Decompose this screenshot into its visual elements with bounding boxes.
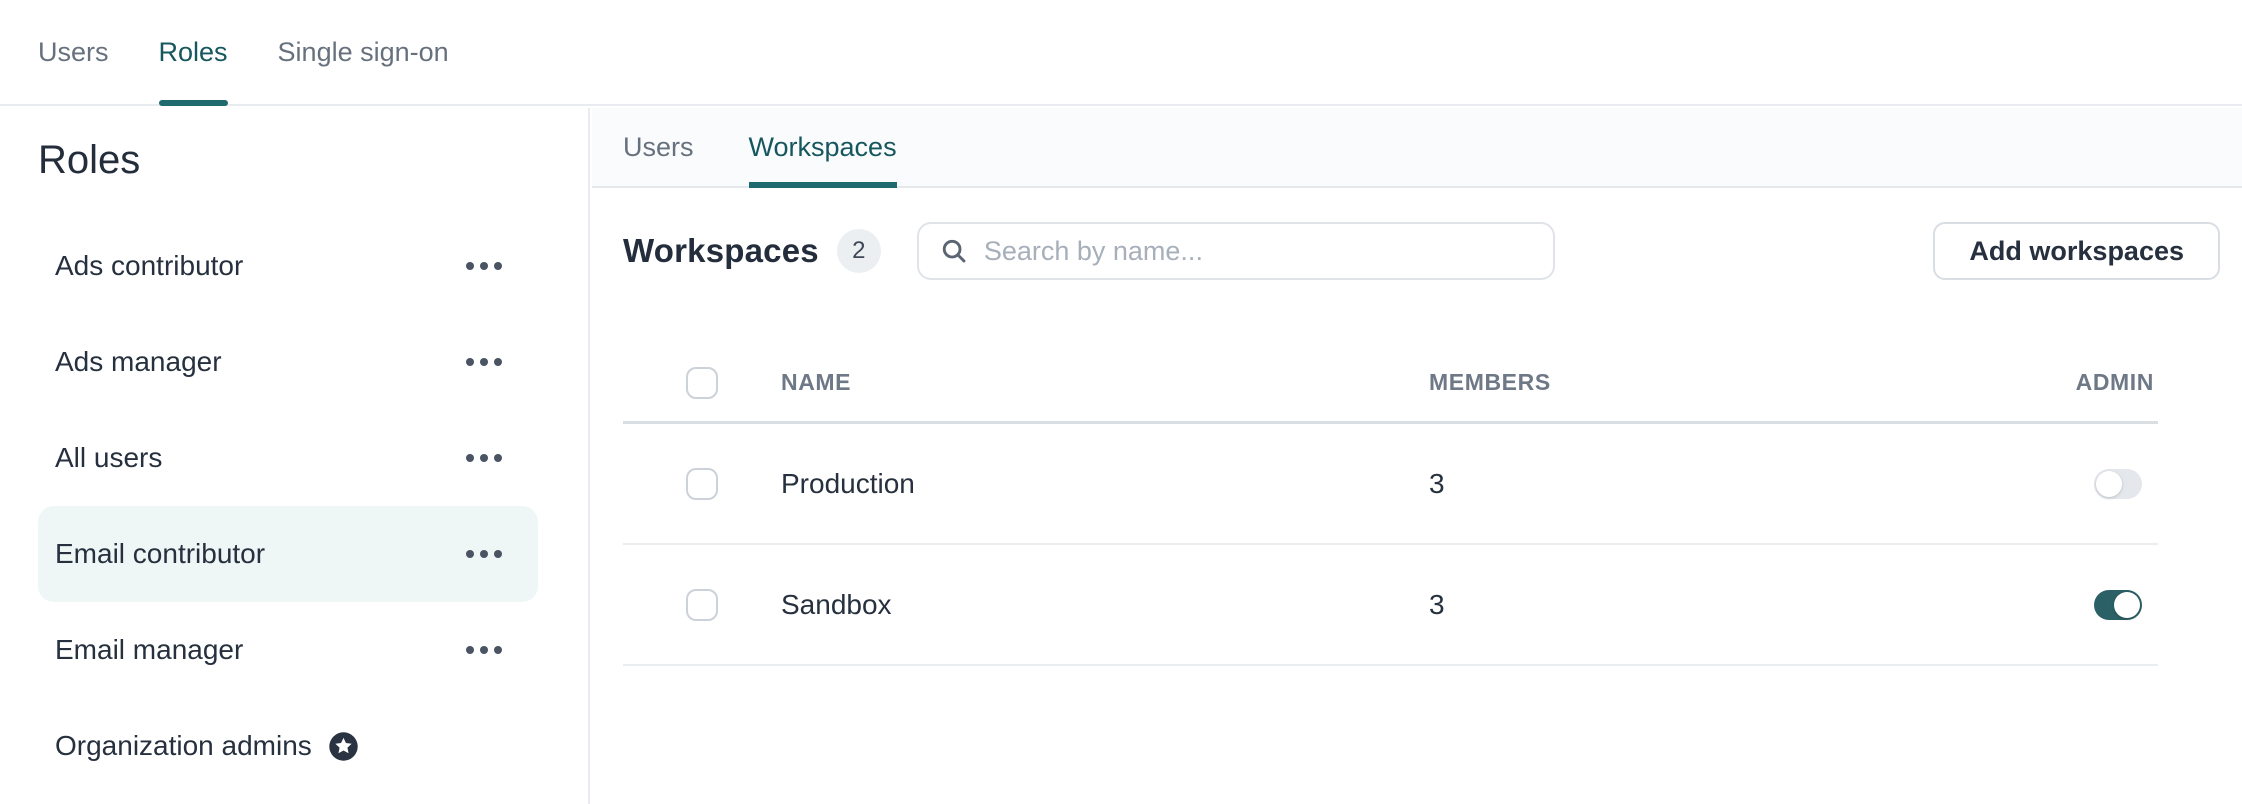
star-badge-icon bbox=[328, 731, 359, 762]
workspace-members: 3 bbox=[1429, 468, 1445, 500]
role-label: Email manager bbox=[55, 634, 243, 666]
add-workspaces-button[interactable]: Add workspaces bbox=[1933, 222, 2220, 280]
workspaces-header: Workspaces 2 Add workspaces bbox=[623, 222, 2220, 280]
table-row: Sandbox 3 bbox=[623, 545, 2158, 666]
top-tab-roles[interactable]: Roles bbox=[159, 0, 228, 104]
workspaces-table: NAME MEMBERS ADMIN Production 3 bbox=[623, 344, 2158, 666]
top-tab-users[interactable]: Users bbox=[38, 0, 109, 104]
tab-workspaces[interactable]: Workspaces bbox=[749, 108, 897, 186]
workspaces-content: Workspaces 2 Add workspaces NAME bbox=[592, 188, 2242, 666]
page-title: Workspaces bbox=[623, 232, 819, 270]
ellipsis-icon[interactable] bbox=[466, 646, 502, 654]
search-input[interactable] bbox=[984, 236, 1533, 267]
workspace-members: 3 bbox=[1429, 589, 1445, 621]
role-label: Ads manager bbox=[55, 346, 222, 378]
tab-users[interactable]: Users bbox=[623, 108, 694, 186]
column-header-members: MEMBERS bbox=[1429, 369, 1551, 396]
column-header-admin: ADMIN bbox=[2076, 369, 2158, 396]
column-header-name: NAME bbox=[781, 369, 1429, 396]
sidebar-item-email-contributor[interactable]: Email contributor bbox=[38, 506, 538, 602]
workspace-name: Sandbox bbox=[781, 589, 1429, 621]
main-panel: Users Workspaces Workspaces 2 Add worksp… bbox=[592, 108, 2242, 804]
main-tabs: Users Workspaces bbox=[592, 108, 2242, 188]
search-box[interactable] bbox=[917, 222, 1555, 280]
sidebar-item-all-users[interactable]: All users bbox=[38, 410, 538, 506]
table-row: Production 3 bbox=[623, 424, 2158, 545]
role-label: All users bbox=[55, 442, 162, 474]
table-header-row: NAME MEMBERS ADMIN bbox=[623, 344, 2158, 424]
admin-toggle[interactable] bbox=[2094, 469, 2142, 499]
select-all-checkbox[interactable] bbox=[686, 367, 718, 399]
ellipsis-icon[interactable] bbox=[466, 358, 502, 366]
row-checkbox[interactable] bbox=[686, 589, 718, 621]
ellipsis-icon[interactable] bbox=[466, 454, 502, 462]
search-icon bbox=[939, 236, 969, 266]
role-label: Ads contributor bbox=[55, 250, 243, 282]
workspace-name: Production bbox=[781, 468, 1429, 500]
top-nav: Users Roles Single sign-on bbox=[0, 0, 2242, 106]
role-label: Organization admins bbox=[55, 730, 312, 762]
role-label: Email contributor bbox=[55, 538, 265, 570]
row-checkbox[interactable] bbox=[686, 468, 718, 500]
sidebar-item-email-manager[interactable]: Email manager bbox=[38, 602, 538, 698]
settings-screen: Users Roles Single sign-on Roles Ads con… bbox=[0, 0, 2242, 804]
top-tab-single-sign-on[interactable]: Single sign-on bbox=[278, 0, 449, 104]
sidebar-title: Roles bbox=[38, 134, 588, 186]
workspaces-count-badge: 2 bbox=[837, 229, 881, 273]
sidebar-item-organization-admins[interactable]: Organization admins bbox=[38, 698, 538, 794]
roles-sidebar: Roles Ads contributor Ads manager All us… bbox=[0, 108, 590, 804]
sidebar-item-ads-contributor[interactable]: Ads contributor bbox=[38, 218, 538, 314]
ellipsis-icon[interactable] bbox=[466, 262, 502, 270]
ellipsis-icon[interactable] bbox=[466, 550, 502, 558]
admin-toggle[interactable] bbox=[2094, 590, 2142, 620]
sidebar-item-ads-manager[interactable]: Ads manager bbox=[38, 314, 538, 410]
